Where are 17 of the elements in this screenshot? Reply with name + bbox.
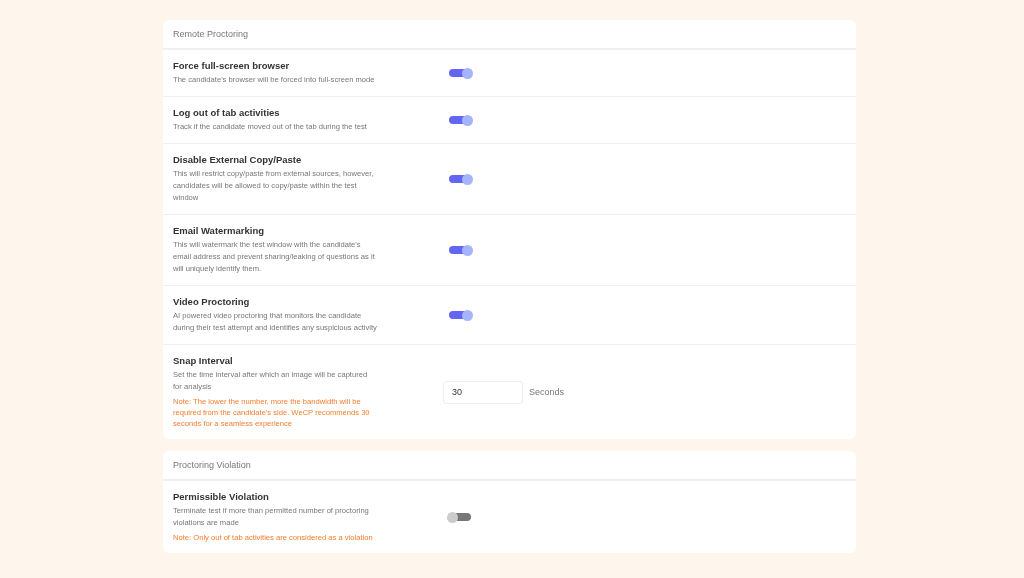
setting-label: Permissible Violation xyxy=(173,491,270,502)
setting-label: Email Watermarking xyxy=(173,225,265,236)
toggle-switch[interactable] xyxy=(449,311,471,319)
section-title: Remote Proctoring xyxy=(163,20,856,49)
toggle-switch[interactable] xyxy=(449,69,471,77)
toggle-switch[interactable] xyxy=(449,513,471,521)
setting-label: Force full-screen browser xyxy=(173,60,291,71)
setting-label: Log out of tab activities xyxy=(173,107,281,118)
section-title: Proctoring Violation xyxy=(163,451,856,480)
interval-field[interactable]: 30 xyxy=(443,380,523,404)
toggle-switch[interactable] xyxy=(449,116,471,124)
unit-label: Seconds xyxy=(529,387,565,397)
setting-label: Snap Interval xyxy=(173,355,234,366)
toggle-switch[interactable] xyxy=(449,175,471,183)
setting-label: Disable External Copy/Paste xyxy=(173,154,303,165)
setting-label: Video Proctoring xyxy=(173,296,251,307)
toggle-switch[interactable] xyxy=(449,246,471,254)
